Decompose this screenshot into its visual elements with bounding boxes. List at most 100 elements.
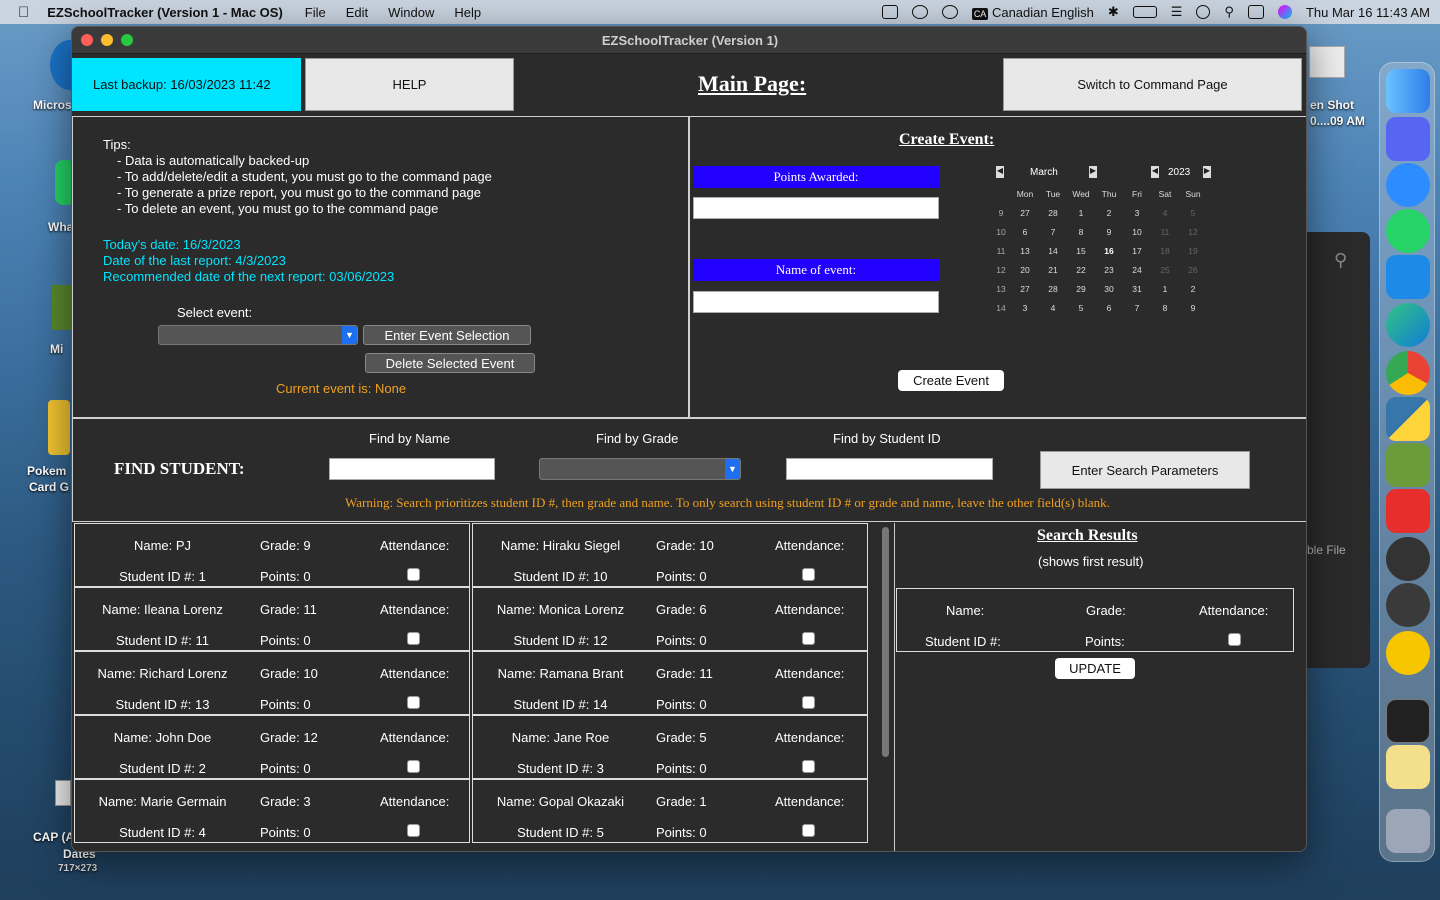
menu-file[interactable]: File bbox=[305, 5, 326, 20]
attendance-checkbox[interactable] bbox=[407, 696, 420, 709]
calendar-day[interactable]: 5 bbox=[1182, 208, 1204, 218]
calendar-day[interactable]: 12 bbox=[1182, 227, 1204, 237]
calendar-day[interactable]: 3 bbox=[1014, 303, 1036, 313]
calendar-day[interactable]: 16 bbox=[1098, 246, 1120, 256]
calendar-day[interactable]: 11 bbox=[1154, 227, 1176, 237]
calendar-day[interactable]: 6 bbox=[1014, 227, 1036, 237]
calendar-day[interactable]: 9 bbox=[1098, 227, 1120, 237]
drive-icon[interactable] bbox=[881, 5, 898, 19]
calendar-day[interactable]: 15 bbox=[1070, 246, 1092, 256]
calendar-day[interactable]: 22 bbox=[1070, 265, 1092, 275]
calendar-day[interactable]: 3 bbox=[1126, 208, 1148, 218]
calendar-day[interactable]: 5 bbox=[1070, 303, 1092, 313]
menu-window[interactable]: Window bbox=[388, 5, 434, 20]
calendar-day[interactable]: 25 bbox=[1154, 265, 1176, 275]
vscode-icon[interactable] bbox=[1386, 255, 1430, 299]
calendar-day[interactable]: 13 bbox=[1014, 246, 1036, 256]
event-name-input[interactable] bbox=[693, 291, 939, 313]
calendar-day[interactable]: 10 bbox=[1126, 227, 1148, 237]
calendar-day[interactable]: 14 bbox=[1042, 246, 1064, 256]
next-month-icon[interactable]: ▶ bbox=[1089, 166, 1097, 178]
id-search-input[interactable] bbox=[786, 458, 993, 480]
calendar-day[interactable]: 8 bbox=[1070, 227, 1092, 237]
enter-search-button[interactable]: Enter Search Parameters bbox=[1040, 451, 1250, 489]
calendar-day[interactable]: 7 bbox=[1126, 303, 1148, 313]
whatsapp-icon[interactable] bbox=[1386, 209, 1430, 253]
name-search-input[interactable] bbox=[329, 458, 495, 480]
calendar-day[interactable]: 28 bbox=[1042, 284, 1064, 294]
calendar-day[interactable]: 4 bbox=[1042, 303, 1064, 313]
result-attendance-checkbox[interactable] bbox=[1228, 633, 1241, 646]
grade-select[interactable]: ▼ bbox=[539, 458, 741, 480]
obs-icon[interactable] bbox=[1386, 537, 1430, 581]
help-button[interactable]: HELP bbox=[305, 58, 514, 111]
attendance-checkbox[interactable] bbox=[802, 760, 815, 773]
edge-icon[interactable] bbox=[1386, 303, 1430, 347]
prev-month-icon[interactable]: ◀ bbox=[996, 166, 1004, 178]
prev-year-icon[interactable]: ◀ bbox=[1151, 166, 1159, 178]
desktop-app-icon[interactable] bbox=[48, 400, 70, 455]
menu-edit[interactable]: Edit bbox=[346, 5, 368, 20]
calendar-day[interactable]: 4 bbox=[1154, 208, 1176, 218]
calendar-day[interactable]: 24 bbox=[1126, 265, 1148, 275]
calendar-day[interactable]: 30 bbox=[1098, 284, 1120, 294]
attendance-checkbox[interactable] bbox=[802, 568, 815, 581]
trash-icon[interactable] bbox=[1386, 809, 1430, 853]
calendar-day[interactable]: 27 bbox=[1014, 284, 1036, 294]
attendance-checkbox[interactable] bbox=[802, 696, 815, 709]
zoom-button[interactable] bbox=[121, 34, 133, 46]
attendance-checkbox[interactable] bbox=[802, 824, 815, 837]
minecraft-icon[interactable] bbox=[1386, 443, 1430, 487]
attendance-checkbox[interactable] bbox=[407, 824, 420, 837]
zoom-icon[interactable] bbox=[1386, 163, 1430, 207]
education-app-icon[interactable] bbox=[1386, 489, 1430, 533]
update-button[interactable]: UPDATE bbox=[1055, 658, 1135, 679]
calendar-day[interactable]: 6 bbox=[1098, 303, 1120, 313]
attendance-checkbox[interactable] bbox=[407, 632, 420, 645]
desktop-file-icon[interactable] bbox=[55, 780, 71, 806]
calendar-day[interactable]: 28 bbox=[1042, 208, 1064, 218]
python-icon[interactable] bbox=[1386, 397, 1430, 441]
calendar-day[interactable]: 31 bbox=[1126, 284, 1148, 294]
menu-app-name[interactable]: EZSchoolTracker (Version 1 - Mac OS) bbox=[47, 5, 283, 20]
discord-icon[interactable] bbox=[1386, 117, 1430, 161]
calendar-day[interactable]: 18 bbox=[1154, 246, 1176, 256]
desktop-app-icon[interactable] bbox=[52, 285, 72, 330]
preview-icon[interactable] bbox=[1386, 745, 1430, 789]
minimize-button[interactable] bbox=[101, 34, 113, 46]
calendar-day[interactable]: 1 bbox=[1154, 284, 1176, 294]
search-icon[interactable]: ⚲ bbox=[1224, 4, 1234, 20]
apple-icon[interactable]:  bbox=[18, 4, 29, 21]
datetime[interactable]: Thu Mar 16 11:43 AM bbox=[1306, 5, 1430, 20]
user-icon[interactable] bbox=[1196, 5, 1211, 19]
chrome-icon[interactable] bbox=[1386, 351, 1430, 395]
calendar-day[interactable]: 1 bbox=[1070, 208, 1092, 218]
calendar-day[interactable]: 2 bbox=[1182, 284, 1204, 294]
calendar-grid[interactable]: Mon Tue Wed Thu Fri Sat Sun 9 27 28 1 2 3 4 5 10 6 7 8 9 10 1… bbox=[994, 187, 1204, 317]
calendar-day[interactable]: 8 bbox=[1154, 303, 1176, 313]
calendar-day[interactable]: 27 bbox=[1014, 208, 1036, 218]
settings-icon[interactable] bbox=[911, 5, 928, 19]
finder-icon[interactable] bbox=[1386, 69, 1430, 113]
control-center-icon[interactable] bbox=[1247, 5, 1264, 19]
screenshot-thumbnail[interactable] bbox=[1309, 46, 1345, 78]
terminal-icon[interactable] bbox=[1386, 699, 1430, 743]
enter-event-selection-button[interactable]: Enter Event Selection bbox=[363, 325, 531, 345]
attendance-checkbox[interactable] bbox=[407, 568, 420, 581]
calendar-day[interactable]: 17 bbox=[1126, 246, 1148, 256]
calendar-day[interactable]: 9 bbox=[1182, 303, 1204, 313]
switch-to-command-button[interactable]: Switch to Command Page bbox=[1003, 58, 1302, 111]
tasks-icon[interactable] bbox=[1386, 631, 1430, 675]
calendar-day[interactable]: 19 bbox=[1182, 246, 1204, 256]
student-list[interactable]: Name: PJ Grade: 9 Attendance: Student ID #:… bbox=[74, 523, 874, 851]
delete-selected-event-button[interactable]: Delete Selected Event bbox=[365, 353, 535, 373]
create-event-button[interactable]: Create Event bbox=[898, 370, 1004, 391]
wifi-icon[interactable]: ☰ bbox=[1171, 4, 1183, 20]
event-select[interactable]: ▼ bbox=[158, 325, 358, 345]
calendar-day[interactable]: 20 bbox=[1014, 265, 1036, 275]
calendar-day[interactable]: 26 bbox=[1182, 265, 1204, 275]
calendar-day[interactable]: 23 bbox=[1098, 265, 1120, 275]
davinci-icon[interactable] bbox=[1386, 583, 1430, 627]
menu-help[interactable]: Help bbox=[454, 5, 481, 20]
input-source[interactable]: CA Canadian English bbox=[971, 5, 1094, 20]
